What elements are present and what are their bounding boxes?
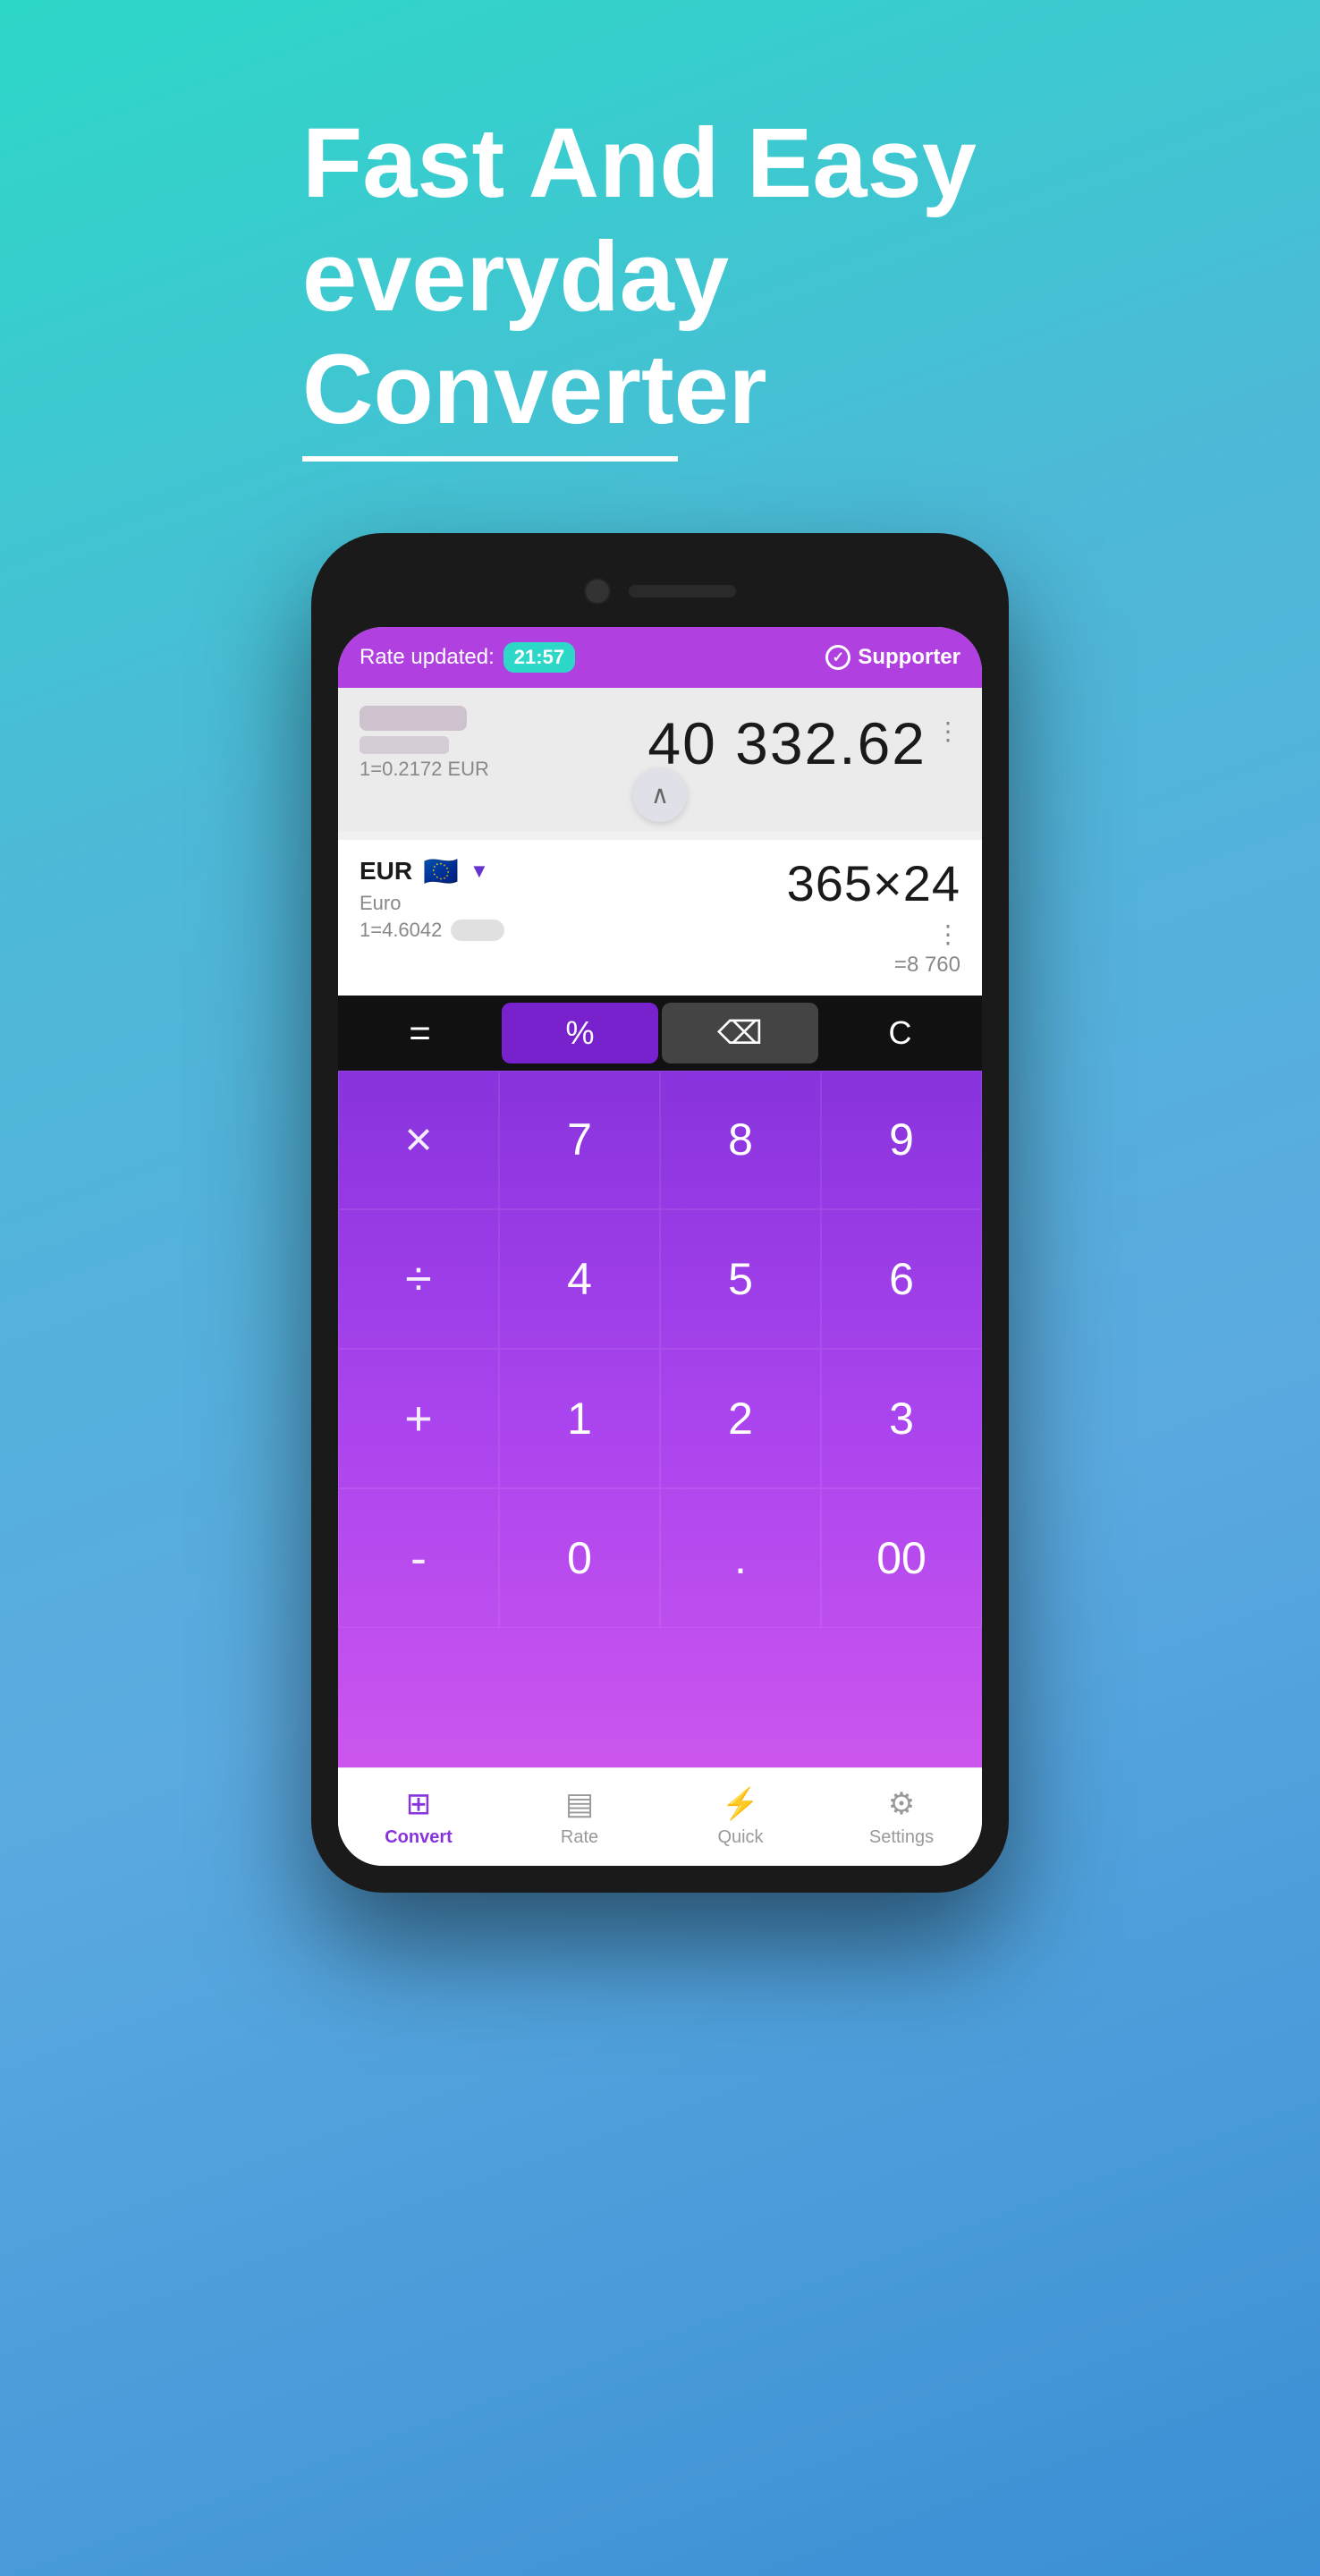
dropdown-arrow-icon[interactable]: ▼ [470, 860, 489, 883]
currency-flag-placeholder-1 [360, 706, 467, 731]
nav-icon-quick: ⚡ [722, 1786, 759, 1822]
more-icon-1[interactable]: ⋮ [935, 716, 960, 746]
currency-label-row: EUR 🇪🇺 ▼ [360, 854, 504, 888]
supporter-label: Supporter [858, 645, 960, 670]
phone-camera [584, 578, 611, 605]
nav-item-rate[interactable]: ▤ Rate [499, 1768, 660, 1866]
currency-amount-right: 365×24 ⋮ =8 760 [787, 854, 960, 978]
nav-item-quick[interactable]: ⚡ Quick [660, 1768, 821, 1866]
supporter-section: ✓ Supporter [825, 645, 960, 670]
nav-icon-settings: ⚙ [888, 1786, 915, 1822]
calc-key--[interactable]: - [338, 1488, 499, 1628]
phone-speaker [629, 585, 736, 597]
bottom-nav: ⊞ Convert ▤ Rate ⚡ Quick ⚙ Settings [338, 1767, 982, 1866]
calculator-grid: ×789 ÷456 +123 -0.00 [338, 1071, 982, 1767]
headline-line2: everyday [302, 222, 729, 332]
calc-key-6[interactable]: 6 [821, 1209, 982, 1349]
currency-rate-2-text: 1=4.6042 [360, 919, 442, 942]
supporter-icon: ✓ [825, 645, 850, 670]
rate-pill [451, 919, 504, 941]
phone-frame: Rate updated: 21:57 ✓ Supporter 1=0.2172… [311, 533, 1009, 1893]
nav-label-quick: Quick [717, 1827, 763, 1848]
currency-rate-1: 1=0.2172 EUR [360, 758, 489, 781]
clear-button[interactable]: C [822, 1003, 978, 1063]
currency-rate-row: 1=4.6042 [360, 919, 504, 942]
eu-flag-icon: 🇪🇺 [423, 854, 459, 888]
nav-icon-rate: ▤ [565, 1786, 594, 1822]
nav-item-convert[interactable]: ⊞ Convert [338, 1768, 499, 1866]
headline-line3: Converter [302, 335, 767, 445]
calc-key-8[interactable]: 8 [660, 1071, 821, 1210]
swap-row: ∧ [338, 786, 982, 831]
time-badge: 21:57 [503, 642, 575, 673]
nav-label-settings: Settings [869, 1827, 934, 1848]
calc-key-3[interactable]: 3 [821, 1349, 982, 1488]
currency-amount-1: 40 332.62 [647, 709, 927, 777]
currency-name: Euro [360, 892, 504, 915]
more-icon-2[interactable]: ⋮ [787, 919, 960, 949]
currency-code: EUR [360, 857, 412, 886]
calc-key-00[interactable]: 00 [821, 1488, 982, 1628]
currency-row-2[interactable]: EUR 🇪🇺 ▼ Euro 1=4.6042 365×24 ⋮ =8 760 [338, 840, 982, 996]
calc-key-4[interactable]: 4 [499, 1209, 660, 1349]
swap-button[interactable]: ∧ [633, 768, 687, 822]
nav-label-convert: Convert [385, 1827, 453, 1848]
nav-item-settings[interactable]: ⚙ Settings [821, 1768, 982, 1866]
chevron-up-icon: ∧ [651, 780, 670, 809]
rate-updated-label: Rate updated: [360, 645, 495, 670]
calc-key-5[interactable]: 5 [660, 1209, 821, 1349]
calc-key-0[interactable]: 0 [499, 1488, 660, 1628]
rate-updated-section: Rate updated: 21:57 [360, 642, 575, 673]
nav-icon-convert: ⊞ [406, 1786, 432, 1822]
ops-row: = % ⌫ C [338, 996, 982, 1071]
calc-key-.[interactable]: . [660, 1488, 821, 1628]
phone-notch [338, 560, 982, 623]
calc-key-+[interactable]: + [338, 1349, 499, 1488]
expression-result: =8 760 [787, 953, 960, 978]
currency-flag-placeholder-2 [360, 736, 449, 754]
headline-line1: Fast And Easy [302, 108, 977, 218]
calc-key-÷[interactable]: ÷ [338, 1209, 499, 1349]
backspace-button[interactable]: ⌫ [662, 1003, 818, 1063]
headline-underline [302, 456, 678, 462]
status-bar: Rate updated: 21:57 ✓ Supporter [338, 627, 982, 688]
calc-key-7[interactable]: 7 [499, 1071, 660, 1210]
equals-button[interactable]: = [342, 1003, 498, 1063]
calc-key-1[interactable]: 1 [499, 1349, 660, 1488]
nav-label-rate: Rate [561, 1827, 598, 1848]
calc-key-9[interactable]: 9 [821, 1071, 982, 1210]
phone-screen: Rate updated: 21:57 ✓ Supporter 1=0.2172… [338, 627, 982, 1866]
calc-key-×[interactable]: × [338, 1071, 499, 1210]
headline-text: Fast And Easy everyday Converter [302, 107, 1107, 447]
expression-amount: 365×24 [787, 854, 960, 912]
calc-key-2[interactable]: 2 [660, 1349, 821, 1488]
percent-button[interactable]: % [502, 1003, 658, 1063]
